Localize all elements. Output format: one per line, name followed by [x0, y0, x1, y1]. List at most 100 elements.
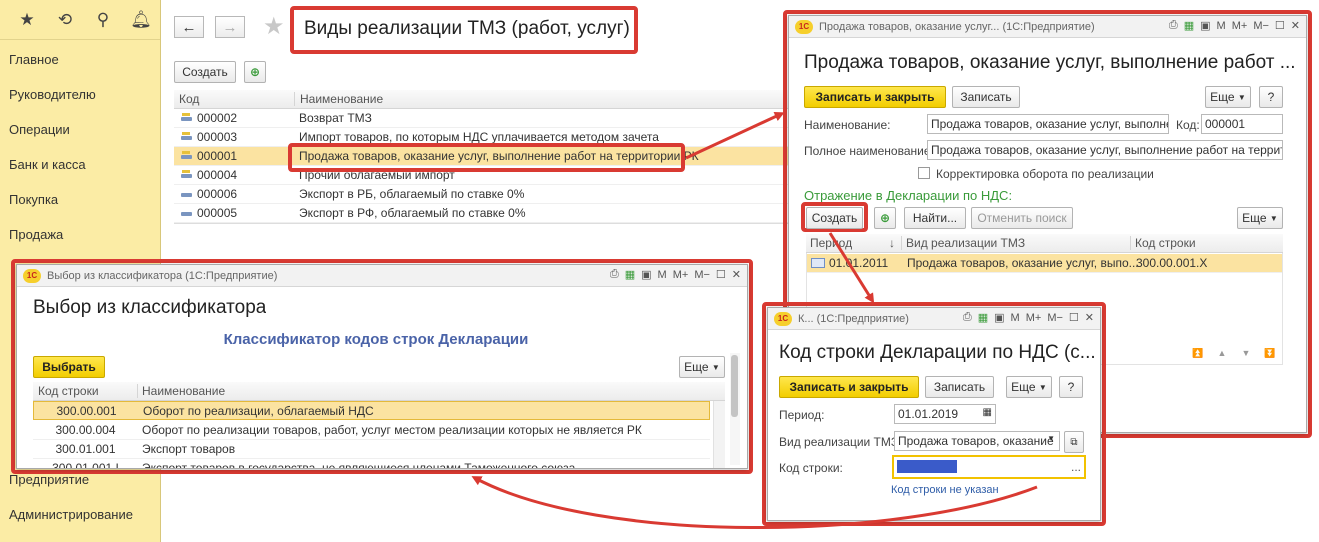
- close-icon[interactable]: ✕: [1085, 311, 1094, 324]
- print-icon[interactable]: ⎙: [963, 311, 972, 324]
- table-icon[interactable]: ▦: [1184, 19, 1194, 32]
- memory-minus-icon[interactable]: M−: [694, 269, 710, 281]
- sidebar-item-sales[interactable]: Продажа: [9, 227, 63, 242]
- sidebar-item-enterprise[interactable]: Предприятие: [9, 472, 89, 487]
- section-more-button[interactable]: Еще ▼: [1237, 207, 1283, 229]
- col-name[interactable]: Наименование: [295, 92, 383, 106]
- bell-icon[interactable]: 🔔︎: [122, 10, 160, 30]
- create-button[interactable]: Создать: [174, 61, 236, 83]
- sidebar-item-purchase[interactable]: Покупка: [9, 192, 58, 207]
- help-button[interactable]: ?: [1259, 86, 1283, 108]
- col-line-code[interactable]: Код строки: [1131, 236, 1196, 250]
- table-row-selected[interactable]: 300.00.001 Оборот по реализации, облагае…: [33, 401, 710, 420]
- text-selection: [897, 460, 957, 473]
- classifier-table-body: 300.00.001 Оборот по реализации, облагае…: [33, 401, 725, 468]
- star-icon[interactable]: ★: [8, 10, 46, 30]
- sidebar-item-director[interactable]: Руководителю: [9, 87, 96, 102]
- more-button[interactable]: Еще ▼: [1205, 86, 1251, 108]
- save-close-button[interactable]: Записать и закрыть: [779, 376, 919, 398]
- col-period[interactable]: Период ↓: [806, 236, 902, 250]
- table-row[interactable]: 300.01.001 Экспорт товаров: [33, 440, 710, 459]
- find-button[interactable]: Найти...: [904, 207, 966, 229]
- code-field[interactable]: 000001: [1201, 114, 1283, 134]
- classifier-table-scrollbar[interactable]: [713, 401, 725, 468]
- full-name-label: Полное наименование:: [804, 144, 934, 158]
- memory-m-icon[interactable]: M: [1217, 20, 1226, 32]
- memory-m-icon[interactable]: M: [1011, 312, 1020, 324]
- sidebar-item-bank[interactable]: Банк и касса: [9, 157, 86, 172]
- print-icon[interactable]: ⎙: [610, 268, 619, 281]
- dropdown-icon[interactable]: ▼: [1047, 434, 1055, 443]
- table-row[interactable]: 000006 Экспорт в РБ, облагаемый по ставк…: [174, 185, 794, 204]
- col-code[interactable]: Код: [174, 92, 295, 106]
- maximize-icon[interactable]: ☐: [1275, 19, 1285, 32]
- table-row[interactable]: 300.01.001.I Экспорт товаров в государст…: [33, 459, 710, 468]
- memory-plus-icon[interactable]: M+: [673, 269, 689, 281]
- memory-plus-icon[interactable]: M+: [1026, 312, 1042, 324]
- help-button[interactable]: ?: [1059, 376, 1083, 398]
- record-icon: [811, 258, 825, 268]
- table-icon[interactable]: ▦: [978, 311, 988, 324]
- sale-window-title: Продажа товаров, оказание услуг... (1С:П…: [819, 20, 1095, 33]
- memory-minus-icon[interactable]: M−: [1047, 312, 1063, 324]
- calendar-icon[interactable]: ▣: [1200, 19, 1210, 32]
- section-copy-button[interactable]: ⊕: [874, 207, 896, 229]
- sidebar-item-operations[interactable]: Операции: [9, 122, 70, 137]
- open-button[interactable]: ⧉: [1064, 431, 1084, 453]
- prev-row-icon[interactable]: ▲: [1210, 348, 1234, 359]
- favorite-star-icon[interactable]: ★: [263, 12, 285, 41]
- calendar-icon[interactable]: ▦: [983, 407, 992, 418]
- scroll-thumb[interactable]: [731, 355, 738, 417]
- close-icon[interactable]: ✕: [732, 268, 741, 281]
- search-icon[interactable]: ⚲: [84, 10, 122, 30]
- choose-button[interactable]: Выбрать: [33, 356, 105, 378]
- history-icon[interactable]: ⟲: [46, 10, 84, 30]
- classifier-window-title: Выбор из классификатора (1С:Предприятие): [47, 269, 278, 282]
- memory-m-icon[interactable]: M: [658, 269, 667, 281]
- cancel-search-button[interactable]: Отменить поиск: [971, 207, 1073, 229]
- name-field[interactable]: Продажа товаров, оказание услуг, выполне…: [927, 114, 1169, 134]
- line-code-hint: Код строки не указан: [891, 484, 999, 496]
- calendar-icon[interactable]: ▣: [994, 311, 1004, 324]
- section-create-button[interactable]: Создать: [806, 207, 863, 229]
- decl-header: Код строки Декларации по НДС (с...: [779, 342, 1096, 363]
- print-icon[interactable]: ⎙: [1169, 19, 1178, 32]
- copy-create-button[interactable]: ⊕: [244, 61, 266, 83]
- forward-button[interactable]: →: [215, 16, 245, 38]
- col-name[interactable]: Наименование: [138, 384, 225, 398]
- classifier-more-button[interactable]: Еще ▼: [679, 356, 725, 378]
- sidebar-item-admin[interactable]: Администрирование: [9, 507, 133, 522]
- kind-field[interactable]: Продажа товаров, оказание ▼: [894, 431, 1060, 451]
- save-button[interactable]: Записать: [952, 86, 1020, 108]
- maximize-icon[interactable]: ☐: [1069, 311, 1079, 324]
- calendar-icon[interactable]: ▣: [641, 268, 651, 281]
- classifier-window-scrollbar[interactable]: [730, 353, 740, 465]
- maximize-icon[interactable]: ☐: [716, 268, 726, 281]
- table-row[interactable]: 300.00.004 Оборот по реализации товаров,…: [33, 421, 710, 440]
- decl-table-header: Период ↓ Вид реализации ТМЗ Код строки: [806, 234, 1283, 253]
- period-field[interactable]: 01.01.2019 ▦: [894, 404, 996, 424]
- back-button[interactable]: ←: [174, 16, 204, 38]
- memory-minus-icon[interactable]: M−: [1253, 20, 1269, 32]
- save-button[interactable]: Записать: [925, 376, 994, 398]
- full-name-field[interactable]: Продажа товаров, оказание услуг, выполне…: [927, 140, 1283, 160]
- more-button[interactable]: Еще ▼: [1006, 376, 1052, 398]
- declaration-section-title: Отражение в Декларации по НДС:: [804, 188, 1013, 203]
- choose-ellipsis-icon[interactable]: ...: [1071, 460, 1081, 474]
- close-icon[interactable]: ✕: [1291, 19, 1300, 32]
- next-row-icon[interactable]: ▼: [1234, 348, 1258, 359]
- table-row-selected[interactable]: 01.01.2011 Продажа товаров, оказание усл…: [807, 254, 1282, 273]
- table-icon[interactable]: ▦: [625, 268, 635, 281]
- col-kind[interactable]: Вид реализации ТМЗ: [902, 236, 1131, 250]
- turnover-checkbox[interactable]: [918, 167, 930, 179]
- col-line-code[interactable]: Код строки: [33, 384, 138, 398]
- last-row-icon[interactable]: ⏬: [1258, 348, 1282, 359]
- save-close-button[interactable]: Записать и закрыть: [804, 86, 946, 108]
- table-row[interactable]: 000005 Экспорт в РФ, облагаемый по ставк…: [174, 204, 794, 223]
- sidebar-item-main[interactable]: Главное: [9, 52, 59, 67]
- list-header: Код Наименование: [174, 90, 794, 109]
- line-code-field[interactable]: ...: [892, 455, 1086, 479]
- first-row-icon[interactable]: ⏫: [1186, 348, 1210, 359]
- memory-plus-icon[interactable]: M+: [1232, 20, 1248, 32]
- table-row[interactable]: 000002 Возврат ТМЗ: [174, 109, 794, 128]
